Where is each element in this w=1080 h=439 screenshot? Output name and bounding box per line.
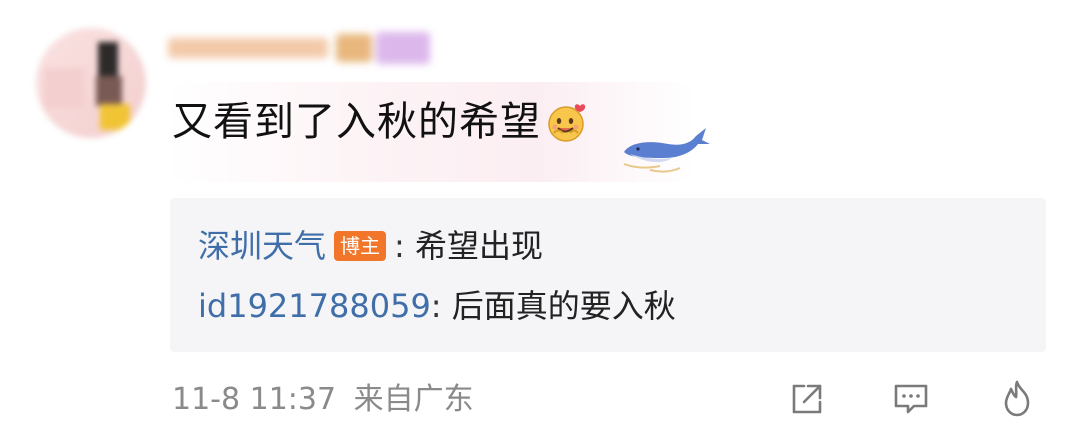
timestamp: 11-8 11:37	[172, 382, 337, 417]
avatar-pixel	[44, 68, 84, 108]
username-blur-block	[168, 38, 328, 58]
username-blur-block	[376, 32, 430, 64]
avatar-pixel	[96, 76, 122, 106]
reply-item[interactable]: id1921788059: 后面真的要入秋	[198, 286, 676, 326]
reply-author-name[interactable]: 深圳天气	[198, 227, 326, 265]
reply-item[interactable]: 深圳天气 博主: 希望出现	[198, 226, 543, 266]
author-badge: 博主	[334, 231, 387, 261]
like-icon[interactable]	[996, 378, 1038, 420]
share-icon[interactable]	[786, 378, 828, 420]
avatar-pixel	[98, 42, 118, 76]
comment-icon[interactable]	[890, 378, 932, 420]
location: 来自广东	[353, 382, 474, 417]
username-blurred[interactable]	[168, 30, 430, 66]
avatar-pixel	[100, 104, 130, 130]
comment-text: 又看到了入秋的希望	[172, 99, 541, 145]
reply-separator: :	[394, 227, 405, 265]
happy-face-emoji-icon	[548, 104, 586, 142]
reply-text: 后面真的要入秋	[451, 287, 676, 325]
reply-text: 希望出现	[414, 227, 543, 265]
reply-author-name[interactable]: id1921788059	[198, 287, 431, 325]
comment-meta: 11-8 11:37 来自广东	[172, 380, 474, 420]
whale-decoration-icon	[623, 128, 710, 173]
reply-separator: :	[430, 287, 442, 325]
username-blur-block	[336, 34, 372, 62]
avatar[interactable]	[36, 28, 146, 138]
reply-box[interactable]	[170, 198, 1046, 352]
